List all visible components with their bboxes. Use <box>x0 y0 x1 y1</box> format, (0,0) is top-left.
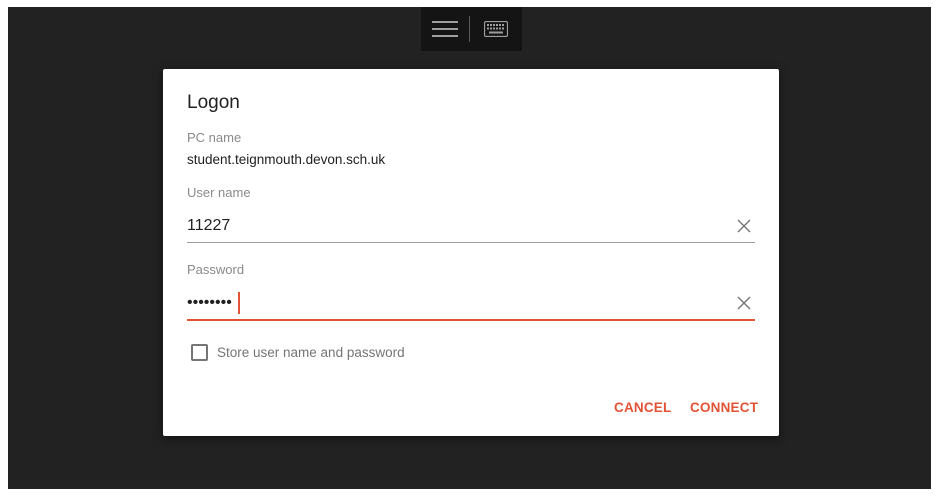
password-input[interactable] <box>187 289 733 317</box>
hamburger-menu-icon <box>432 21 458 37</box>
username-clear-button[interactable] <box>733 215 755 237</box>
close-icon <box>737 296 751 310</box>
close-icon <box>737 219 751 233</box>
username-input[interactable] <box>187 212 733 240</box>
username-label: User name <box>187 185 251 200</box>
keyboard-icon <box>484 21 508 37</box>
password-label: Password <box>187 262 245 277</box>
store-credentials-label: Store user name and password <box>217 345 405 360</box>
pc-name-value: student.teignmouth.devon.sch.uk <box>187 152 386 167</box>
pc-name-label: PC name <box>187 130 242 145</box>
connect-button[interactable]: CONNECT <box>690 400 758 415</box>
username-field <box>187 210 755 243</box>
session-toolbar <box>421 7 522 51</box>
password-clear-button[interactable] <box>733 292 755 314</box>
cancel-button[interactable]: CANCEL <box>614 400 671 415</box>
checkbox-icon <box>191 344 208 361</box>
store-credentials-checkbox[interactable]: Store user name and password <box>191 344 405 361</box>
dialog-title: Logon <box>187 92 240 113</box>
keyboard-button[interactable] <box>470 7 522 51</box>
logon-dialog: Logon PC name student.teignmouth.devon.s… <box>163 69 779 436</box>
menu-button[interactable] <box>421 7 469 51</box>
text-caret <box>238 292 240 314</box>
password-field <box>187 287 755 321</box>
